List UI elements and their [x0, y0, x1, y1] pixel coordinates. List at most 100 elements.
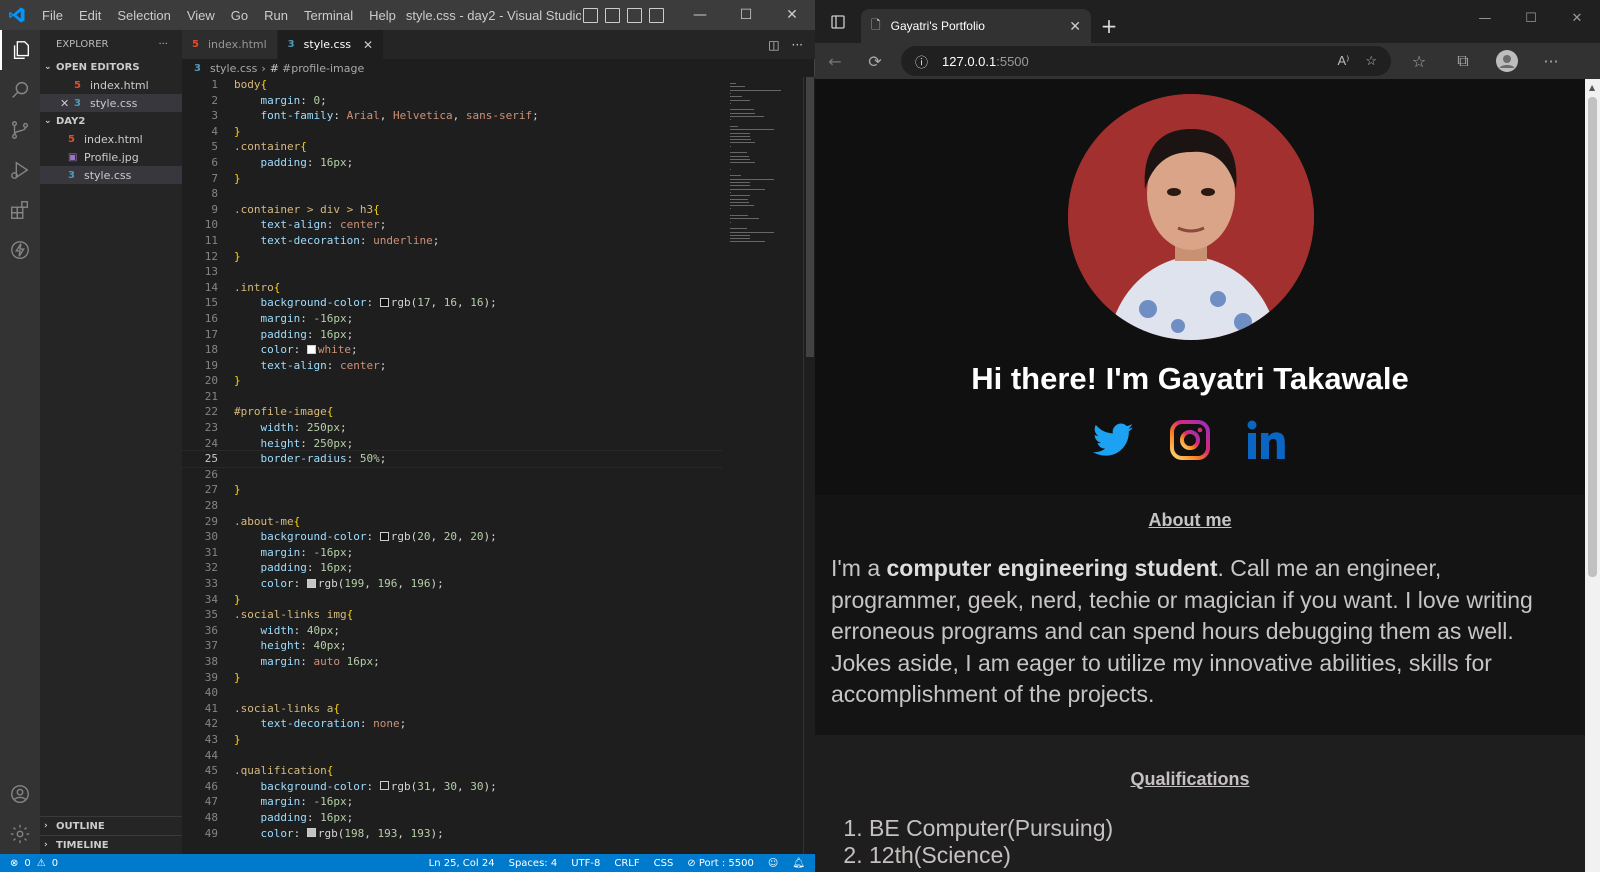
code-line[interactable]: 7} [182, 171, 722, 187]
code-line[interactable]: 12} [182, 249, 722, 265]
code-line[interactable]: 25 border-radius: 50%; [182, 450, 722, 468]
code-line[interactable]: 41 .social-links a{ [182, 701, 722, 717]
twitter-link[interactable] [1092, 419, 1134, 461]
status-eol[interactable]: CRLF [614, 858, 639, 869]
minimize-icon[interactable]: — [677, 0, 723, 30]
code-line[interactable]: 3 font-family: Arial, Helvetica, sans-se… [182, 108, 722, 124]
code-line[interactable]: 27} [182, 482, 722, 498]
file-tree-item[interactable]: 5 index.html [40, 130, 182, 148]
code-line[interactable]: 33 color: rgb(199, 196, 196); [182, 576, 722, 592]
code-line[interactable]: 32 padding: 16px; [182, 560, 722, 576]
code-line[interactable]: 19 text-align: center; [182, 358, 722, 374]
site-info-icon[interactable]: ⓘ [915, 52, 928, 71]
toggle-secondary-sidebar-icon[interactable] [626, 7, 642, 23]
timeline-section[interactable]: › TIMELINE [40, 835, 182, 854]
color-swatch[interactable] [306, 344, 316, 354]
code-line[interactable]: 45 .qualification{ [182, 763, 722, 779]
minimize-icon[interactable]: — [1462, 0, 1508, 36]
search-icon[interactable] [0, 70, 40, 110]
code-line[interactable]: 31 margin: -16px; [182, 545, 722, 561]
code-line[interactable]: 36 width: 40px; [182, 623, 722, 639]
code-line[interactable]: 23 width: 250px; [182, 420, 722, 436]
code-line[interactable]: 22 #profile-image{ [182, 404, 722, 420]
code-line[interactable]: 44 [182, 748, 722, 764]
run-debug-icon[interactable] [0, 150, 40, 190]
menu-terminal[interactable]: Terminal [296, 8, 361, 23]
close-tab-icon[interactable]: ✕ [1069, 18, 1081, 35]
code-line[interactable]: 9 .container > div > h3{ [182, 202, 722, 218]
more-actions-icon[interactable]: ··· [158, 39, 168, 50]
status-language[interactable]: CSS [654, 858, 674, 869]
code-line[interactable]: 11 text-decoration: underline; [182, 233, 722, 249]
file-tree-item-active[interactable]: 3 style.css [40, 166, 182, 184]
settings-gear-icon[interactable] [0, 814, 40, 854]
color-swatch[interactable] [379, 297, 389, 307]
code-line[interactable]: 43} [182, 732, 722, 748]
settings-more-icon[interactable]: ··· [1531, 43, 1571, 79]
code-line[interactable]: 26 [182, 467, 722, 483]
code-line[interactable]: 1 body{ [182, 77, 722, 93]
menu-run[interactable]: Run [256, 8, 296, 23]
toggle-sidebar-icon[interactable] [582, 7, 598, 23]
code-line[interactable]: 13 [182, 264, 722, 280]
code-line[interactable]: 24 height: 250px; [182, 436, 722, 452]
code-line[interactable]: 30 background-color: rgb(20, 20, 20); [182, 529, 722, 545]
status-live-server[interactable]: ⊘ Port : 5500 [687, 858, 754, 869]
code-line[interactable]: 40 [182, 685, 722, 701]
page-scrollbar[interactable]: ▲ [1585, 79, 1600, 872]
code-line[interactable]: 39} [182, 670, 722, 686]
outline-section[interactable]: › OUTLINE [40, 816, 182, 835]
code-line[interactable]: 6 padding: 16px; [182, 155, 722, 171]
read-aloud-icon[interactable]: A⁾ [1337, 53, 1349, 69]
scrollbar-thumb[interactable] [806, 77, 814, 357]
status-indentation[interactable]: Spaces: 4 [509, 858, 558, 869]
color-swatch[interactable] [379, 531, 389, 541]
live-share-icon[interactable] [0, 230, 40, 270]
color-swatch[interactable] [379, 781, 389, 791]
split-editor-icon[interactable]: ◫ [768, 38, 779, 52]
folder-section[interactable]: ⌄ DAY2 [40, 112, 182, 130]
linkedin-link[interactable] [1246, 419, 1288, 461]
source-control-icon[interactable] [0, 110, 40, 150]
code-line[interactable]: 35 .social-links img{ [182, 607, 722, 623]
add-favorite-icon[interactable]: ☆ [1365, 53, 1377, 69]
scroll-up-arrow-icon[interactable]: ▲ [1589, 83, 1595, 92]
color-swatch[interactable] [306, 578, 316, 588]
new-tab-icon[interactable]: + [1091, 9, 1127, 43]
maximize-icon[interactable]: ☐ [1508, 0, 1554, 36]
code-line[interactable]: 34} [182, 592, 722, 608]
extensions-icon[interactable] [0, 190, 40, 230]
close-icon[interactable]: ✕ [1554, 0, 1600, 36]
minimap[interactable] [722, 77, 802, 854]
code-line[interactable]: 28 [182, 498, 722, 514]
menu-selection[interactable]: Selection [109, 8, 178, 23]
tab-index-html[interactable]: 5 index.html [182, 30, 278, 59]
notifications-bell-icon[interactable]: 🔔︎ [792, 858, 805, 869]
code-line[interactable]: 10 text-align: center; [182, 217, 722, 233]
open-editors-section[interactable]: ⌄ OPEN EDITORS [40, 58, 182, 76]
code-line[interactable]: 48 padding: 16px; [182, 810, 722, 826]
color-swatch[interactable] [306, 828, 316, 837]
menu-help[interactable]: Help [361, 8, 404, 23]
favorites-icon[interactable]: ☆ [1399, 43, 1439, 79]
status-cursor-position[interactable]: Ln 25, Col 24 [429, 858, 495, 869]
code-line[interactable]: 4} [182, 124, 722, 140]
code-line[interactable]: 8 [182, 186, 722, 202]
profile-avatar-icon[interactable] [1487, 43, 1527, 79]
accounts-icon[interactable] [0, 774, 40, 814]
menu-go[interactable]: Go [223, 8, 256, 23]
explorer-icon[interactable] [0, 30, 40, 70]
maximize-icon[interactable]: ☐ [723, 0, 769, 30]
page-scrollbar-thumb[interactable] [1588, 97, 1597, 577]
breadcrumb-symbol[interactable]: #profile-image [282, 62, 364, 75]
code-line[interactable]: 42 text-decoration: none; [182, 716, 722, 732]
editor-scrollbar[interactable] [803, 77, 815, 854]
instagram-link[interactable] [1169, 419, 1211, 461]
code-line[interactable]: 15 background-color: rgb(17, 16, 16); [182, 295, 722, 311]
code-line[interactable]: 46 background-color: rgb(31, 30, 30); [182, 779, 722, 795]
browser-tab-active[interactable]: 🗋︎ Gayatri's Portfolio ✕ [861, 9, 1091, 43]
tab-actions-icon[interactable] [815, 0, 861, 43]
collections-icon[interactable]: ⧉ [1443, 43, 1483, 79]
feedback-icon[interactable]: ☺ [768, 858, 778, 869]
code-line[interactable]: 5 .container{ [182, 139, 722, 155]
